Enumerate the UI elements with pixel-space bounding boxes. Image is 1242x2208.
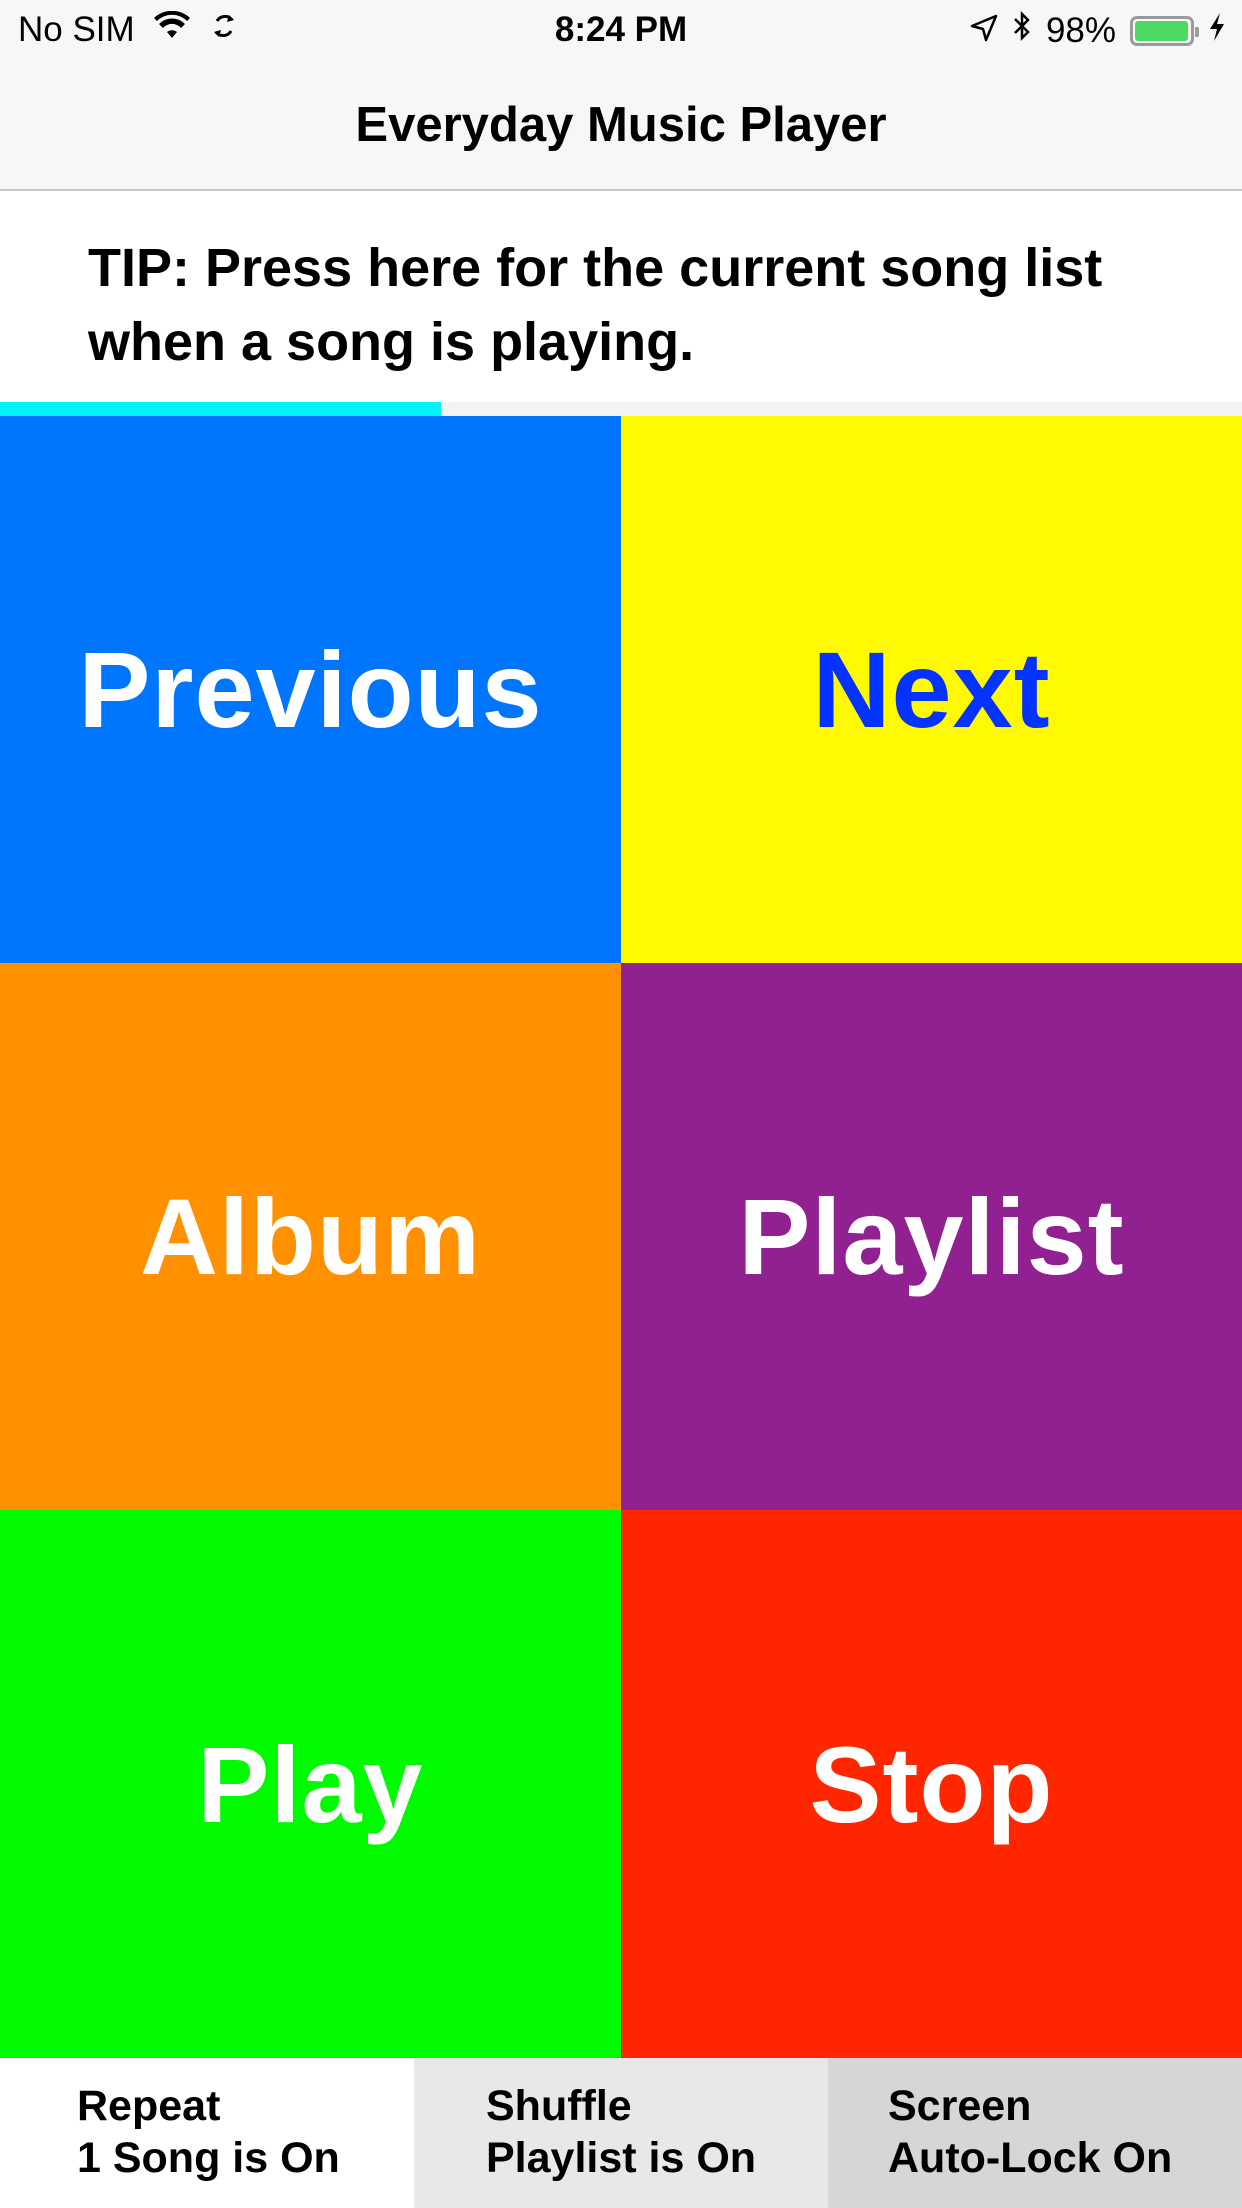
shuffle-toggle-button[interactable]: Shuffle Playlist is On	[414, 2058, 828, 2208]
settings-toggle-bar: Repeat 1 Song is On Shuffle Playlist is …	[0, 2058, 1242, 2208]
playlist-button[interactable]: Playlist	[621, 963, 1242, 1510]
location-arrow-icon	[970, 11, 998, 51]
autolock-toggle-status: Auto-Lock On	[888, 2134, 1173, 2182]
stop-button[interactable]: Stop	[621, 1510, 1242, 2058]
album-button[interactable]: Album	[0, 963, 621, 1510]
tip-text: TIP: Press here for the current song lis…	[88, 238, 1103, 372]
app-title: Everyday Music Player	[355, 97, 887, 152]
playback-progress-fill	[0, 402, 441, 416]
repeat-toggle-status: 1 Song is On	[77, 2134, 340, 2182]
status-bar: No SIM 8:24 PM 98%	[0, 0, 1242, 60]
autolock-toggle-button[interactable]: Screen Auto-Lock On	[828, 2058, 1242, 2208]
tip-banner[interactable]: TIP: Press here for the current song lis…	[0, 191, 1242, 402]
shuffle-toggle-status: Playlist is On	[486, 2134, 757, 2182]
battery-percent: 98%	[1045, 10, 1116, 50]
next-button[interactable]: Next	[621, 416, 1242, 963]
previous-button[interactable]: Previous	[0, 416, 621, 963]
app-screen: No SIM 8:24 PM 98% Everyday Music Player…	[0, 0, 1242, 2208]
stop-button-label: Stop	[809, 1723, 1054, 1845]
repeat-toggle-title: Repeat	[77, 2082, 221, 2130]
navigation-bar: Everyday Music Player	[0, 60, 1242, 191]
shuffle-toggle-title: Shuffle	[486, 2082, 632, 2130]
battery-icon	[1130, 15, 1199, 46]
album-button-label: Album	[140, 1176, 481, 1297]
previous-button-label: Previous	[78, 629, 543, 750]
repeat-toggle-button[interactable]: Repeat 1 Song is On	[0, 2058, 414, 2208]
playlist-button-label: Playlist	[738, 1176, 1125, 1297]
playback-progress-bar[interactable]	[0, 402, 1242, 416]
play-button[interactable]: Play	[0, 1510, 621, 2058]
play-button-label: Play	[197, 1723, 424, 1845]
charging-bolt-icon	[1208, 11, 1226, 51]
autolock-toggle-title: Screen	[888, 2082, 1032, 2130]
control-grid: Previous Next Album Playlist Play Stop	[0, 416, 1242, 2058]
status-right: 98%	[970, 10, 1226, 51]
next-button-label: Next	[812, 629, 1051, 750]
battery-level-fill	[1135, 20, 1188, 41]
bluetooth-icon	[1012, 10, 1032, 51]
